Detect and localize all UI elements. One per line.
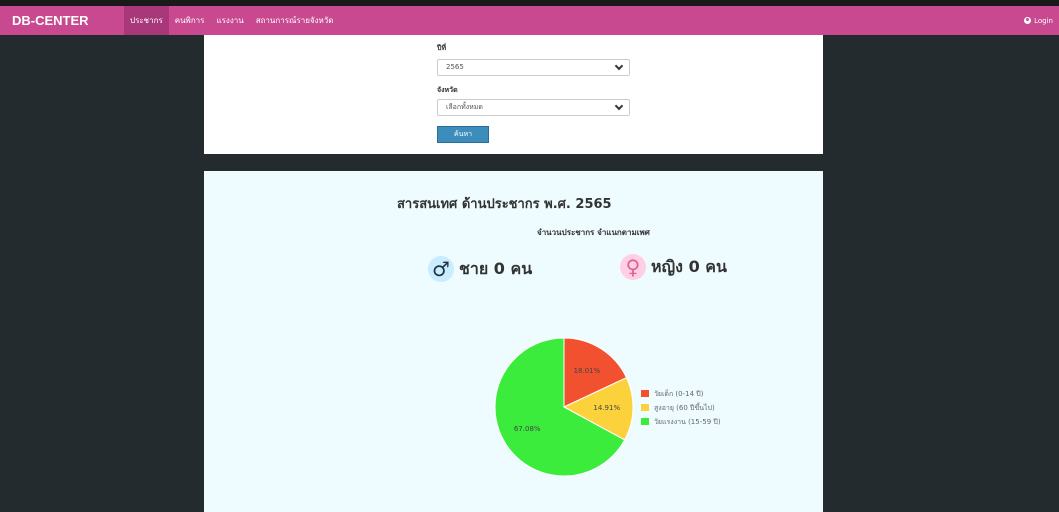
- legend-swatch: [641, 390, 649, 397]
- login-label: Login: [1034, 16, 1053, 25]
- legend-label[interactable]: วัยแรงงาน (15-59 ปี): [654, 418, 721, 426]
- year-label: ปีที่: [437, 44, 447, 52]
- pie-slice-label: 67.08%: [514, 425, 541, 433]
- legend-swatch: [641, 404, 649, 411]
- year-select[interactable]: 2565: [437, 59, 630, 76]
- user-icon: [1024, 17, 1032, 24]
- chevron-down-icon: [614, 101, 624, 111]
- pie-slice-label: 18.01%: [574, 367, 601, 375]
- info-panel: สารสนเทศ ด้านประชากร พ.ศ. 2565 จำนวนประช…: [204, 171, 823, 512]
- top-navbar: DB-CENTER ประชากร คนพิการ แรงงาน สถานการ…: [0, 0, 1059, 35]
- year-select-value: 2565: [446, 63, 464, 71]
- filter-form-panel: ปีที่ 2565 จังหวัด เลือกทั้งหมด ค้นหา: [204, 35, 823, 154]
- legend-label[interactable]: วัยเด็ก (0-14 ปี): [654, 389, 704, 398]
- pie-chart: 18.01% 14.91% 67.08% วัยเด็ก (0-14 ปี) สูงอ…: [494, 337, 721, 477]
- nav-item-province-situation[interactable]: สถานการณ์รายจังหวัด: [250, 6, 340, 35]
- pie-slice-label: 14.91%: [593, 404, 620, 412]
- province-label: จังหวัด: [437, 86, 458, 94]
- legend-swatch: [641, 418, 649, 425]
- nav-item-population[interactable]: ประชากร: [124, 6, 169, 35]
- nav-item-disabled[interactable]: คนพิการ: [169, 6, 211, 35]
- province-select-value: เลือกทั้งหมด: [446, 103, 483, 111]
- brand-logo[interactable]: DB-CENTER: [12, 13, 124, 28]
- search-button[interactable]: ค้นหา: [437, 126, 489, 143]
- chevron-down-icon: [614, 61, 624, 71]
- province-select[interactable]: เลือกทั้งหมด: [437, 99, 630, 116]
- login-link[interactable]: Login: [1024, 6, 1053, 35]
- nav-item-labor[interactable]: แรงงาน: [210, 6, 249, 35]
- legend-label[interactable]: สูงอายุ (60 ปีขึ้นไป): [654, 401, 715, 412]
